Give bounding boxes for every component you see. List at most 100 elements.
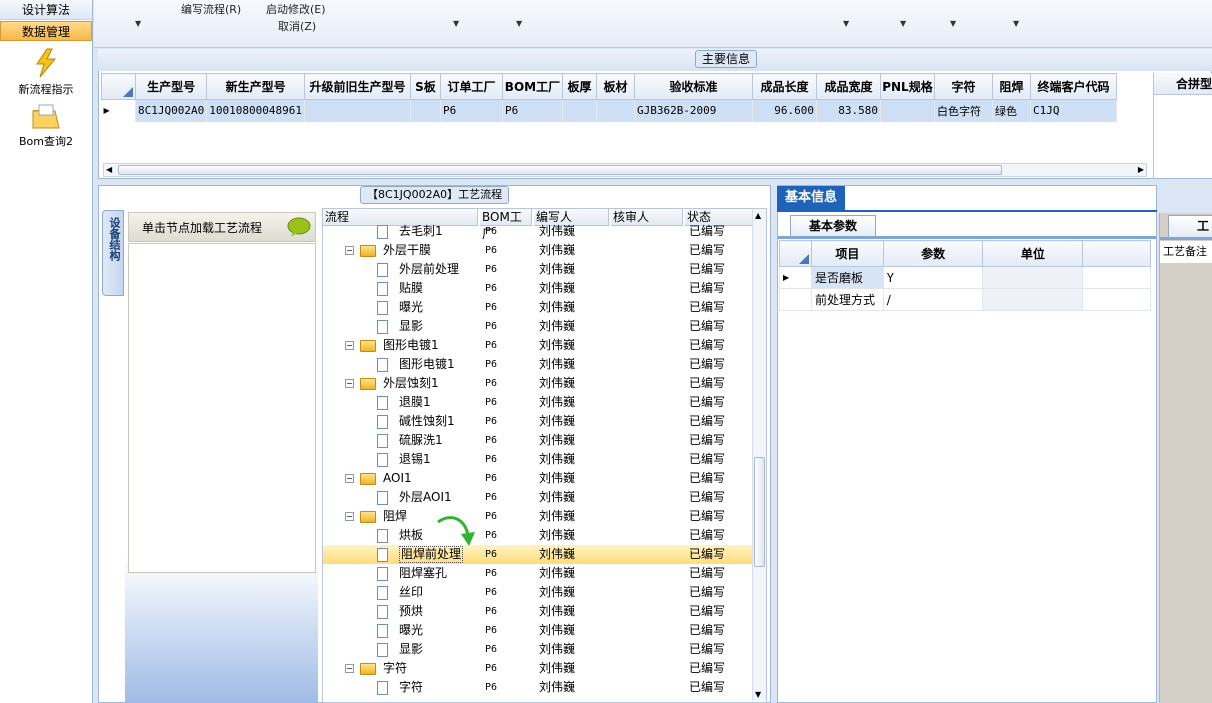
collapse-icon[interactable]: −: [345, 341, 354, 350]
tree-row[interactable]: 曝光 P6 刘伟巍 已编写: [323, 621, 753, 640]
tree-row[interactable]: 显影 P6 刘伟巍 已编写: [323, 317, 753, 336]
cell-thickness[interactable]: [562, 99, 597, 122]
dropdown-arrow-icon[interactable]: ▼: [900, 19, 906, 28]
tree-node-label: 字符: [383, 661, 408, 675]
column-header-old-prod-model[interactable]: 升级前旧生产型号: [303, 73, 411, 100]
param-value[interactable]: /: [882, 288, 984, 311]
tree-row[interactable]: − 外层蚀刻1 P6 刘伟巍 已编写: [323, 374, 753, 393]
tree-row[interactable]: 显影 P6 刘伟巍 已编写: [323, 640, 753, 659]
table-row[interactable]: 前处理方式 /: [779, 288, 1151, 311]
tab-basic-info[interactable]: 基本信息: [777, 186, 845, 210]
bom-query-button[interactable]: Bom查询2: [0, 104, 92, 149]
scroll-left-icon[interactable]: ◀: [106, 164, 112, 176]
cell-new-prod-model[interactable]: 10010800048961: [206, 99, 305, 122]
column-header-char[interactable]: 字符: [933, 73, 993, 100]
column-header-order-factory[interactable]: 订单工厂: [439, 73, 503, 100]
device-structure-tab[interactable]: 设备结构: [102, 210, 124, 296]
column-header-bom-factory[interactable]: BOM工厂: [501, 73, 563, 100]
tree-row[interactable]: 预烘 P6 刘伟巍 已编写: [323, 602, 753, 621]
tree-row[interactable]: − 字符 P6 刘伟巍 已编写: [323, 659, 753, 678]
tree-row[interactable]: 外层AOI1 P6 刘伟巍 已编写: [323, 488, 753, 507]
collapse-icon[interactable]: −: [345, 664, 354, 673]
scroll-right-icon[interactable]: ▶: [1138, 164, 1144, 176]
column-header-pnl-spec[interactable]: PNL规格: [879, 73, 935, 100]
dropdown-arrow-icon[interactable]: ▼: [453, 19, 459, 28]
cell-bom-factory[interactable]: P6: [502, 99, 563, 122]
column-header-customer-code[interactable]: 终端客户代码: [1029, 73, 1117, 100]
tab-basic-params[interactable]: 基本参数: [790, 215, 876, 237]
tree-row[interactable]: 退锡1 P6 刘伟巍 已编写: [323, 450, 753, 469]
column-header-s-board[interactable]: S板: [409, 73, 441, 100]
horizontal-scrollbar[interactable]: ◀ ▶: [103, 163, 1147, 177]
tree-row[interactable]: 烘板 P6 刘伟巍 已编写: [323, 526, 753, 545]
nav-data-management[interactable]: 数据管理: [0, 21, 92, 41]
column-header-new-prod-model[interactable]: 新生产型号: [206, 73, 305, 100]
param-unit[interactable]: [982, 288, 1084, 311]
column-header-width[interactable]: 成品宽度: [815, 73, 881, 100]
tree-row[interactable]: 图形电镀1 P6 刘伟巍 已编写: [323, 355, 753, 374]
dropdown-arrow-icon[interactable]: ▼: [135, 19, 141, 28]
nav-design-algorithm[interactable]: 设计算法: [0, 0, 92, 20]
tree-row[interactable]: − AOI1 P6 刘伟巍 已编写: [323, 469, 753, 488]
cancel-button[interactable]: 取消(Z): [278, 18, 316, 34]
cell-char[interactable]: 白色字符: [934, 99, 993, 122]
scroll-up-icon[interactable]: ▲: [755, 211, 761, 220]
tree-row[interactable]: − 阻焊 P6 刘伟巍 已编写: [323, 507, 753, 526]
new-flow-instruction-button[interactable]: 新流程指示: [0, 48, 92, 97]
tree-row[interactable]: 阻焊塞孔 P6 刘伟巍 已编写: [323, 564, 753, 583]
cell-material[interactable]: [596, 99, 635, 122]
tree-row[interactable]: 外层前处理 P6 刘伟巍 已编写: [323, 260, 753, 279]
tree-row[interactable]: − 图形电镀1 P6 刘伟巍 已编写: [323, 336, 753, 355]
start-modify-button[interactable]: 启动修改(E): [266, 1, 326, 17]
status-cell: 已编写: [689, 395, 726, 409]
cell-pnl-spec[interactable]: [880, 99, 935, 122]
tab-process[interactable]: 工: [1168, 215, 1212, 237]
tree-row[interactable]: 曝光 P6 刘伟巍 已编写: [323, 298, 753, 317]
collapse-icon[interactable]: −: [345, 379, 354, 388]
cell-length[interactable]: 96.600: [752, 99, 817, 122]
column-header-thickness[interactable]: 板厚: [561, 73, 597, 100]
column-header-item[interactable]: 项目: [810, 240, 884, 267]
collapse-icon[interactable]: −: [345, 474, 354, 483]
tree-row[interactable]: 阻焊前处理 P6 刘伟巍 已编写: [323, 545, 753, 564]
vertical-scrollbar[interactable]: ▲ ▼: [752, 209, 766, 701]
cell-order-factory[interactable]: P6: [440, 99, 503, 122]
column-header-length[interactable]: 成品长度: [751, 73, 817, 100]
edit-flow-button[interactable]: 编写流程(R): [181, 1, 241, 17]
tree-row[interactable]: 贴膜 P6 刘伟巍 已编写: [323, 279, 753, 298]
dropdown-arrow-icon[interactable]: ▼: [843, 19, 849, 28]
tree-row[interactable]: 字符 P6 刘伟巍 已编写: [323, 678, 753, 697]
collapse-icon[interactable]: −: [345, 246, 354, 255]
cell-prod-model[interactable]: 8C1JQ002A0: [135, 99, 208, 122]
table-row[interactable]: ▶ 8C1JQ002A0 10010800048961 P6 P6 GJB362B-20…: [101, 99, 1117, 122]
tree-row[interactable]: 碱性蚀刻1 P6 刘伟巍 已编写: [323, 412, 753, 431]
tree-row[interactable]: 丝印 P6 刘伟巍 已编写: [323, 583, 753, 602]
column-header-unit[interactable]: 单位: [982, 240, 1084, 267]
scroll-down-icon[interactable]: ▼: [755, 690, 761, 699]
dropdown-arrow-icon[interactable]: ▼: [1013, 19, 1019, 28]
column-header-prod-model[interactable]: 生产型号: [134, 73, 208, 100]
scroll-thumb[interactable]: [754, 457, 765, 567]
device-tree[interactable]: [128, 243, 316, 573]
tree-row[interactable]: − 外层干膜 P6 刘伟巍 已编写: [323, 241, 753, 260]
tree-row[interactable]: 退膜1 P6 刘伟巍 已编写: [323, 393, 753, 412]
column-header-solder-mask[interactable]: 阻焊: [991, 73, 1031, 100]
dropdown-arrow-icon[interactable]: ▼: [516, 19, 522, 28]
table-row[interactable]: ▶ 是否磨板 Y: [779, 266, 1151, 289]
cell-solder-mask[interactable]: 绿色: [992, 99, 1031, 122]
column-header-param[interactable]: 参数: [882, 240, 984, 267]
cell-acceptance-std[interactable]: GJB362B-2009: [634, 99, 753, 122]
dropdown-arrow-icon[interactable]: ▼: [950, 19, 956, 28]
tree-row[interactable]: 去毛刺1 P6 刘伟巍 已编写: [323, 222, 753, 241]
cell-customer-code[interactable]: C1JQ: [1030, 99, 1117, 122]
collapse-icon[interactable]: −: [345, 512, 354, 521]
column-header-material[interactable]: 板材: [595, 73, 635, 100]
param-value[interactable]: Y: [882, 266, 984, 289]
cell-s-board[interactable]: [410, 99, 441, 122]
tree-row[interactable]: 硫脲洗1 P6 刘伟巍 已编写: [323, 431, 753, 450]
column-header-acceptance-std[interactable]: 验收标准: [633, 73, 753, 100]
cell-old-prod-model[interactable]: [304, 99, 411, 122]
scroll-thumb[interactable]: [118, 165, 1002, 175]
cell-width[interactable]: 83.580: [816, 99, 881, 122]
param-unit[interactable]: [982, 266, 1084, 289]
